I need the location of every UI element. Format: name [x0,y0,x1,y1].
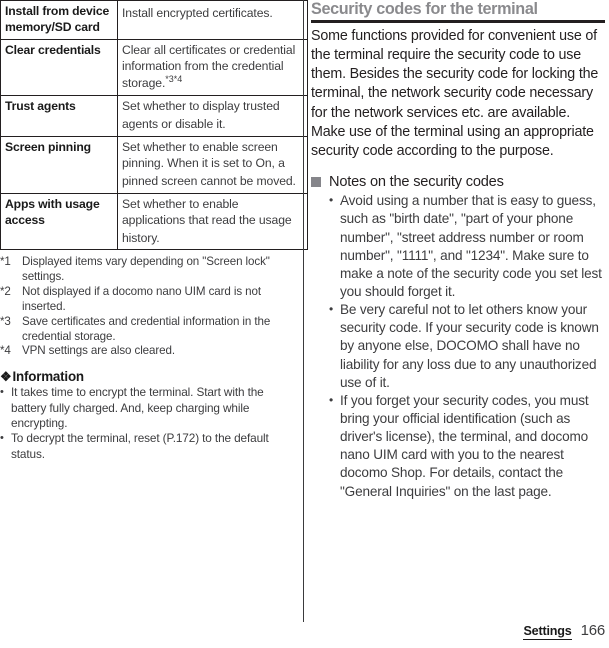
subsection-heading-label: Notes on the security codes [329,174,504,191]
bullet-icon: • [0,432,4,445]
bullet-icon: • [329,302,334,317]
column-divider [303,0,304,622]
page-footer: Settings 166 [523,622,605,640]
footnote-text: Not displayed if a docomo nano UIM card … [22,285,261,313]
bullet-icon: • [0,386,4,399]
footer-chapter-label: Settings [523,624,572,640]
table-row: Clear credentials Clear all certificates… [0,38,308,97]
list-item: • If you forget your security codes, you… [329,392,605,501]
setting-description-text: Clear all certificates or credential inf… [122,42,296,91]
setting-name-cell: Clear credentials [0,38,118,97]
list-item: • Be very careful not to let others know… [329,301,605,392]
setting-name-cell: Install from device memory/SD card [0,0,118,40]
table-row: Screen pinning Set whether to enable scr… [0,136,308,194]
list-item-text: Avoid using a number that is easy to gue… [340,193,602,299]
footnote-text: VPN settings are also cleared. [22,344,175,358]
list-item-text: It takes time to encrypt the terminal. S… [11,385,264,430]
footnote-text: Save certificates and credential informa… [22,314,271,343]
notes-list: • Avoid using a number that is easy to g… [329,192,605,500]
setting-description-text: Set whether to display trusted agents or… [122,99,280,132]
subsection-heading: Notes on the security codes [311,174,605,190]
list-item-text: To decrypt the terminal, reset (P.172) t… [11,431,269,461]
setting-description-text: Set whether to enable screen pinning. Wh… [122,140,296,188]
section-intro-text: Some functions provided for convenient u… [311,27,599,160]
footnote-mark: *4 [0,344,11,358]
setting-description-cell: Set whether to enable applications that … [117,192,308,251]
setting-description-cell: Install encrypted certificates. [117,0,308,40]
setting-description-cell: Set whether to enable screen pinning. Wh… [117,136,308,194]
bullet-icon: • [329,193,334,208]
information-list: • It takes time to encrypt the terminal.… [0,385,298,462]
manual-page: Install from device memory/SD card Insta… [0,0,609,648]
list-item-text: If you forget your security codes, you m… [340,392,589,499]
information-heading: ❖ Information [0,369,298,384]
table-row: Trust agents Set whether to display trus… [0,95,308,138]
title-rule [311,20,605,23]
table-row: Apps with usage access Set whether to en… [0,192,308,251]
table-row: Install from device memory/SD card Insta… [0,0,308,40]
setting-name-cell: Trust agents [0,95,118,138]
footnote-marker: *3*4 [165,74,183,85]
setting-name-cell: Apps with usage access [0,192,118,251]
setting-description-text: Install encrypted certificates. [122,6,273,21]
footnotes-list: *1 Displayed items vary depending on "Sc… [0,255,298,359]
footnote-item: *3 Save certificates and credential info… [0,315,298,345]
page-title: Security codes for the terminal [311,0,538,18]
settings-table-body: Install from device memory/SD card Insta… [0,0,308,251]
footnote-text: Displayed items vary depending on "Scree… [22,255,270,284]
setting-description-text: Set whether to enable applications that … [122,196,292,245]
right-column: Security codes for the terminal Some fun… [311,0,605,501]
list-item-text: Be very careful not to let others know y… [340,302,599,390]
setting-name-cell: Screen pinning [0,136,118,194]
setting-description-cell: Clear all certificates or credential inf… [117,38,308,97]
footnote-mark: *2 [0,285,11,299]
list-item: • Avoid using a number that is easy to g… [329,192,605,301]
left-column: Install from device memory/SD card Insta… [0,0,308,462]
information-heading-label: Information [12,369,84,385]
footer-page-number: 166 [580,622,606,639]
bullet-icon: • [329,392,334,407]
list-item: • It takes time to encrypt the terminal.… [0,385,298,431]
footnote-mark: *1 [0,255,11,269]
diamond-icon: ❖ [0,369,12,385]
settings-table: Install from device memory/SD card Insta… [0,0,308,251]
setting-description-cell: Set whether to display trusted agents or… [117,95,308,138]
list-item: • To decrypt the terminal, reset (P.172)… [0,431,298,462]
footnote-item: *1 Displayed items vary depending on "Sc… [0,255,298,285]
footnote-item: *2 Not displayed if a docomo nano UIM ca… [0,285,298,315]
square-marker-icon [311,177,321,188]
footnote-item: *4 VPN settings are also cleared. [0,344,298,359]
footnote-mark: *3 [0,314,11,328]
